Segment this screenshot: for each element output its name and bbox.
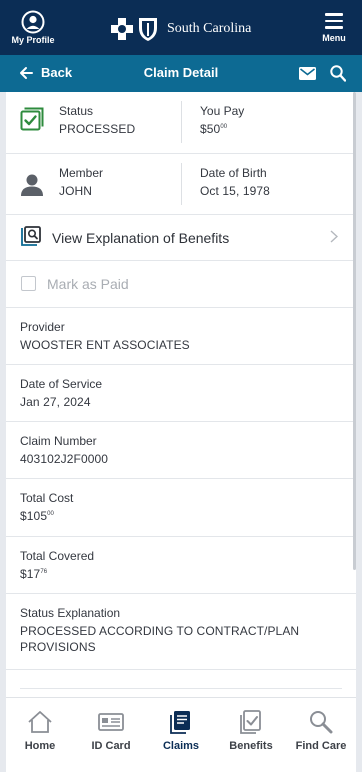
- status-check-icon: [20, 107, 44, 131]
- claim-number-row: Claim Number 403102J2F0000: [6, 422, 356, 479]
- total-covered-row: Total Covered $1776: [6, 537, 356, 594]
- my-profile-label: My Profile: [11, 35, 55, 45]
- date-of-service-value: Jan 27, 2024: [20, 395, 91, 409]
- chevron-right-icon: [330, 230, 338, 243]
- tab-find-care-label: Find Care: [295, 740, 347, 752]
- status-explanation-label: Status Explanation: [20, 606, 121, 620]
- dob-label: Date of Birth: [200, 166, 267, 180]
- home-icon: [28, 711, 52, 733]
- claim-detail-content[interactable]: Status PROCESSED You Pay $5000 Member JO…: [6, 92, 356, 697]
- claims-icon: [170, 711, 190, 734]
- total-cost-row: Total Cost $10500: [6, 479, 356, 537]
- status-explanation-row: Status Explanation PROCESSED ACCORDING T…: [6, 594, 356, 670]
- tab-benefits[interactable]: Benefits: [219, 710, 283, 752]
- status-label: Status: [59, 104, 94, 118]
- id-card-icon: [98, 713, 124, 731]
- find-care-icon: [310, 711, 333, 734]
- divider: [181, 101, 182, 143]
- tab-benefits-label: Benefits: [229, 740, 273, 752]
- divider: [181, 163, 182, 205]
- scrollbar[interactable]: [353, 92, 356, 570]
- total-covered-label: Total Covered: [20, 549, 95, 563]
- total-cost-label: Total Cost: [20, 491, 74, 505]
- claim-number-label: Claim Number: [20, 434, 97, 448]
- nav-bar: Back Claim Detail: [0, 55, 362, 92]
- document-search-icon: [21, 226, 41, 246]
- tab-claims[interactable]: Claims: [149, 710, 213, 752]
- arrow-left-icon: [20, 66, 33, 79]
- provider-value: WOOSTER ENT ASSOCIATES: [20, 338, 190, 352]
- view-eob-link[interactable]: View Explanation of Benefits: [6, 215, 356, 261]
- total-covered-value: $1776: [20, 567, 48, 581]
- back-button[interactable]: Back: [19, 65, 72, 80]
- benefits-icon: [240, 710, 261, 734]
- provider-label: Provider: [20, 320, 65, 334]
- bcbs-logo-icon: [111, 18, 157, 41]
- status-explanation-line-2: PROVISIONS: [20, 640, 96, 654]
- person-icon: [21, 174, 43, 196]
- you-pay-value: $5000: [200, 122, 228, 136]
- brand-name: South Carolina: [167, 21, 252, 36]
- brand-logo: South Carolina: [111, 16, 251, 42]
- dob-value: Oct 15, 1978: [200, 184, 270, 198]
- status-row: Status PROCESSED You Pay $5000: [6, 92, 356, 154]
- tab-home[interactable]: Home: [8, 710, 72, 752]
- claim-number-value: 403102J2F0000: [20, 452, 109, 466]
- member-label: Member: [59, 166, 104, 180]
- mail-icon[interactable]: [299, 67, 316, 80]
- tab-home-label: Home: [24, 740, 56, 752]
- you-pay-label: You Pay: [200, 104, 245, 118]
- tab-id-card-label: ID Card: [91, 740, 131, 752]
- total-cost-value: $10500: [20, 509, 54, 523]
- member-row: Member JOHN Date of Birth Oct 15, 1978: [6, 154, 356, 215]
- status-value: PROCESSED: [59, 122, 136, 136]
- tab-claims-label: Claims: [162, 740, 200, 752]
- mark-as-paid-row: Mark as Paid: [6, 261, 356, 308]
- menu-button[interactable]: Menu: [320, 13, 348, 43]
- provider-row: Provider WOOSTER ENT ASSOCIATES: [6, 308, 356, 365]
- bottom-tab-bar: Home ID Card Claims Benefits Find Care: [6, 697, 356, 772]
- date-of-service-row: Date of Service Jan 27, 2024: [6, 365, 356, 422]
- hamburger-icon: [320, 13, 348, 29]
- back-label: Back: [41, 65, 73, 80]
- menu-label: Menu: [322, 32, 346, 43]
- status-explanation-line-1: PROCESSED ACCORDING TO CONTRACT/PLAN: [20, 624, 300, 638]
- tab-id-card[interactable]: ID Card: [79, 710, 143, 752]
- date-of-service-label: Date of Service: [20, 377, 103, 391]
- mark-as-paid-checkbox[interactable]: [21, 276, 36, 291]
- view-eob-label: View Explanation of Benefits: [52, 230, 230, 246]
- member-value: JOHN: [59, 184, 93, 198]
- app-header: My Profile South Carolina Menu: [0, 0, 362, 55]
- divider: [20, 688, 342, 689]
- mark-as-paid-label: Mark as Paid: [47, 276, 129, 292]
- search-icon[interactable]: [330, 65, 346, 82]
- tab-find-care[interactable]: Find Care: [289, 710, 353, 752]
- my-profile-button[interactable]: My Profile: [11, 10, 55, 45]
- profile-icon: [21, 10, 45, 34]
